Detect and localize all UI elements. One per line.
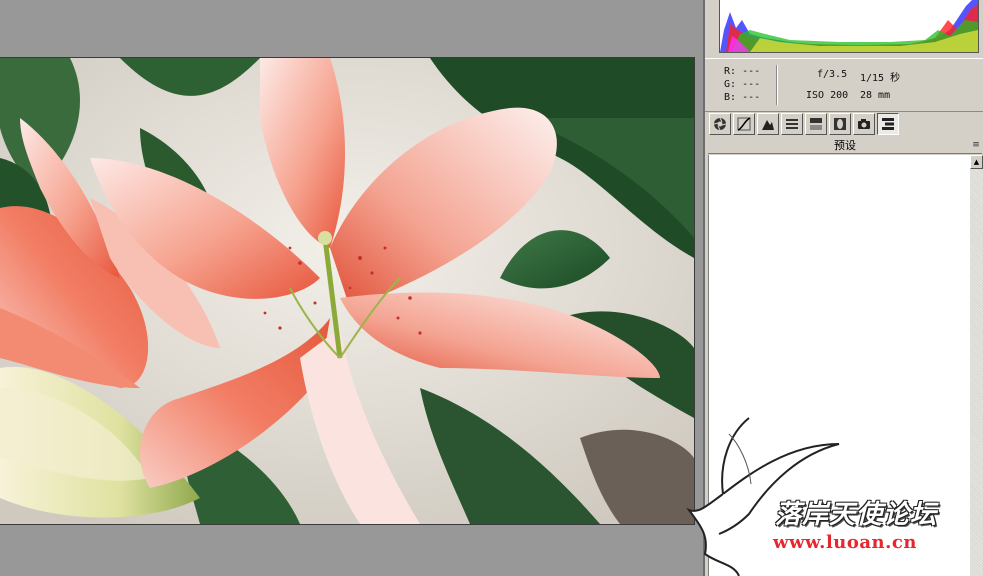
tab-lens-corrections[interactable] [829,113,851,135]
focal-length-value: 28 mm [860,90,891,101]
adjustment-panel: R: --- G: --- B: --- f/3.5 1/15 秒 ISO 20… [703,0,983,576]
green-value: --- [742,79,761,90]
red-value: --- [742,66,761,77]
readout-divider [776,65,778,105]
shutter-value: 1/15 秒 [860,73,901,84]
tab-presets[interactable] [877,113,899,135]
blue-value: --- [742,92,761,103]
tab-tone-curve[interactable] [733,113,755,135]
scroll-up-arrow-icon[interactable]: ▲ [970,155,983,169]
split-toning-icon [810,118,822,130]
tab-hsl[interactable] [781,113,803,135]
histogram-graph [720,0,978,52]
tab-basic[interactable] [709,113,731,135]
green-readout: G: --- [724,79,761,90]
pixel-readout: R: --- G: --- B: --- f/3.5 1/15 秒 ISO 20… [705,58,983,112]
tab-split-toning[interactable] [805,113,827,135]
red-readout: R: --- [724,66,761,77]
lily-photo-preview[interactable] [0,57,695,525]
aperture-value: f/3.5 [817,69,848,80]
blue-readout: B: --- [724,92,761,103]
detail-icon [762,120,774,130]
aperture-icon [713,117,727,131]
tone-curve-icon [737,117,751,131]
presets-scrollbar[interactable]: ▲ [970,155,983,576]
presets-icon [882,118,894,130]
lens-corrections-icon [834,118,846,130]
iso-value: ISO 200 [806,90,849,101]
histogram [719,0,979,53]
section-title: 预设 [834,139,856,152]
camera-icon [858,119,870,129]
presets-section-header: 预设 ≡ [708,138,982,154]
panel-tabs [709,113,981,137]
hsl-icon [786,119,798,129]
presets-list[interactable] [708,155,971,576]
panel-menu-icon[interactable]: ≡ [970,138,982,153]
image-canvas[interactable] [0,0,703,576]
tab-detail[interactable] [757,113,779,135]
lily-photo-image [0,58,694,524]
tab-camera-calibration[interactable] [853,113,875,135]
